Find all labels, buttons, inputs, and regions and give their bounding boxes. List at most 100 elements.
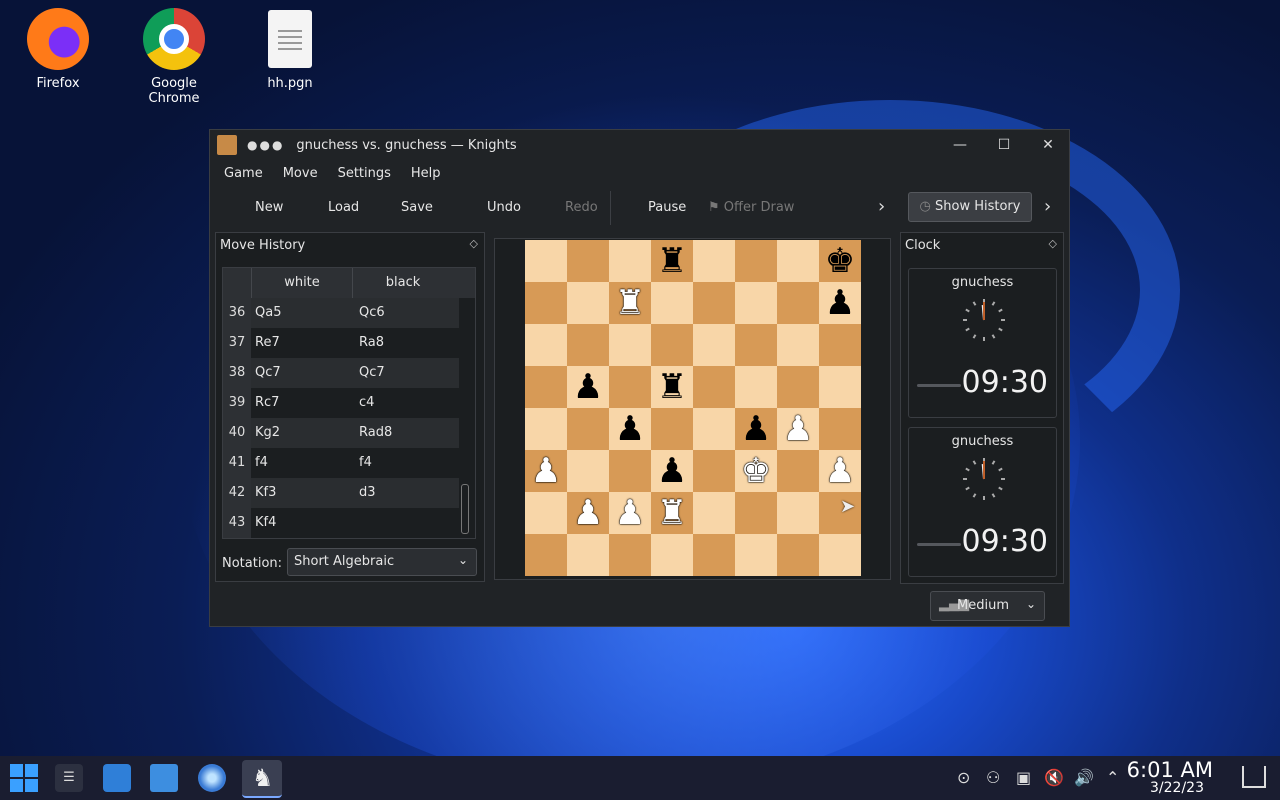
board-square[interactable] xyxy=(693,324,735,366)
redo-button[interactable]: Redo xyxy=(565,196,598,220)
table-scrollbar[interactable] xyxy=(461,484,469,534)
white-pawn-icon[interactable]: ♟ xyxy=(825,450,855,492)
maximize-icon[interactable]: ☐ xyxy=(992,134,1016,156)
board-square[interactable]: ♟ xyxy=(609,492,651,534)
board-square[interactable] xyxy=(735,492,777,534)
board-square[interactable] xyxy=(693,492,735,534)
board-square[interactable] xyxy=(525,282,567,324)
float-panel-icon[interactable]: ◇ xyxy=(470,237,478,250)
board-square[interactable] xyxy=(651,534,693,576)
table-row[interactable]: 42 Kf3 d3 xyxy=(223,478,475,508)
user-status-icon[interactable]: ⚇ xyxy=(986,768,1000,787)
board-square[interactable] xyxy=(567,324,609,366)
black-move[interactable]: Qc7 xyxy=(355,358,459,388)
update-arrow-icon[interactable]: ⊙ xyxy=(957,768,970,787)
board-square[interactable] xyxy=(819,534,861,576)
save-button[interactable]: Save xyxy=(401,196,433,220)
black-move[interactable]: d3 xyxy=(355,478,459,508)
black-move[interactable] xyxy=(355,508,459,538)
load-button[interactable]: Load xyxy=(328,196,359,220)
board-square[interactable] xyxy=(525,240,567,282)
board-square[interactable] xyxy=(609,534,651,576)
board-square[interactable] xyxy=(777,282,819,324)
black-rook-icon[interactable]: ♜ xyxy=(657,366,687,408)
board-square[interactable] xyxy=(777,324,819,366)
black-pawn-icon[interactable]: ♟ xyxy=(615,408,645,450)
board-square[interactable] xyxy=(693,240,735,282)
settings-sliders-icon[interactable]: ☰ xyxy=(55,764,83,792)
table-row[interactable]: 40 Kg2 Rad8 xyxy=(223,418,475,448)
table-row[interactable]: 38 Qc7 Qc7 xyxy=(223,358,475,388)
board-square[interactable] xyxy=(735,534,777,576)
board-square[interactable] xyxy=(777,366,819,408)
white-rook-icon[interactable]: ♜ xyxy=(657,492,687,534)
table-row[interactable]: 36 Qa5 Qc6 xyxy=(223,298,475,328)
pause-button[interactable]: Pause xyxy=(648,196,686,220)
board-square[interactable]: ♟ xyxy=(609,408,651,450)
board-square[interactable]: ♜ xyxy=(651,240,693,282)
table-row[interactable]: 43 Kf4 xyxy=(223,508,475,538)
board-square[interactable]: ♜ xyxy=(651,492,693,534)
board-square[interactable] xyxy=(735,366,777,408)
board-square[interactable] xyxy=(609,450,651,492)
black-pawn-icon[interactable]: ♟ xyxy=(741,408,771,450)
column-header-black[interactable]: black xyxy=(352,268,453,298)
float-panel-icon[interactable]: ◇ xyxy=(1049,237,1057,250)
difficulty-select[interactable]: ▂▄▆ Medium ⌄ xyxy=(930,591,1045,621)
white-move[interactable]: Re7 xyxy=(251,328,355,358)
board-square[interactable] xyxy=(735,240,777,282)
board-square[interactable] xyxy=(819,408,861,450)
board-square[interactable] xyxy=(609,240,651,282)
desktop-icon-chrome[interactable]: Google Chrome xyxy=(124,8,224,106)
board-square[interactable] xyxy=(609,324,651,366)
board-square[interactable] xyxy=(735,324,777,366)
board-square[interactable] xyxy=(693,366,735,408)
board-square[interactable]: ♚ xyxy=(819,240,861,282)
black-pawn-icon[interactable]: ♟ xyxy=(657,450,687,492)
board-square[interactable] xyxy=(777,534,819,576)
undo-button[interactable]: Undo xyxy=(487,196,521,220)
white-rook-icon[interactable]: ♜ xyxy=(615,282,645,324)
board-square[interactable]: ♟ xyxy=(735,408,777,450)
board-square[interactable] xyxy=(567,534,609,576)
knights-app-icon[interactable] xyxy=(217,135,237,155)
board-square[interactable]: ♟ xyxy=(525,450,567,492)
menu-game[interactable]: Game xyxy=(214,166,273,181)
knights-taskbar-button[interactable]: ♞ xyxy=(242,760,282,798)
menu-help[interactable]: Help xyxy=(401,166,451,181)
board-square[interactable] xyxy=(735,282,777,324)
column-header-white[interactable]: white xyxy=(251,268,352,298)
board-square[interactable] xyxy=(651,324,693,366)
notation-select[interactable]: Short Algebraic ⌄ xyxy=(287,548,477,576)
board-square[interactable]: ♟ xyxy=(567,366,609,408)
show-desktop-icon[interactable] xyxy=(1242,766,1266,788)
table-row[interactable]: 41 f4 f4 xyxy=(223,448,475,478)
folder-icon[interactable] xyxy=(150,764,178,792)
taskbar-time[interactable]: 6:01 AM xyxy=(1127,758,1213,782)
chess-board[interactable]: ♜ ♚ ♜ ♟ ♟ ♜ ♟ ♟ ♟ ♟ ♟ ♚ ♟ ♟ ♟ ♜ xyxy=(525,240,861,576)
minimize-icon[interactable]: — xyxy=(948,134,972,156)
board-square[interactable]: ♜ xyxy=(609,282,651,324)
network-globe-icon[interactable] xyxy=(198,764,226,792)
white-move[interactable]: Kf3 xyxy=(251,478,355,508)
board-square[interactable]: ♟ xyxy=(651,450,693,492)
black-move[interactable]: f4 xyxy=(355,448,459,478)
new-button[interactable]: New xyxy=(255,196,283,220)
chevron-right-icon[interactable]: › xyxy=(1044,196,1051,217)
board-square[interactable] xyxy=(693,450,735,492)
black-rook-icon[interactable]: ♜ xyxy=(657,240,687,282)
board-square[interactable] xyxy=(525,534,567,576)
board-square[interactable] xyxy=(777,240,819,282)
white-move[interactable]: Rc7 xyxy=(251,388,355,418)
close-icon[interactable]: ✕ xyxy=(1036,134,1060,156)
board-square[interactable]: ♟ xyxy=(567,492,609,534)
black-pawn-icon[interactable]: ♟ xyxy=(573,366,603,408)
chevron-right-icon[interactable]: › xyxy=(878,196,885,217)
board-square[interactable] xyxy=(777,492,819,534)
board-square[interactable] xyxy=(567,240,609,282)
board-square[interactable]: ♟ xyxy=(819,282,861,324)
board-square[interactable] xyxy=(525,324,567,366)
board-square[interactable] xyxy=(777,450,819,492)
white-king-icon[interactable]: ♚ xyxy=(741,450,771,492)
board-square[interactable] xyxy=(525,366,567,408)
